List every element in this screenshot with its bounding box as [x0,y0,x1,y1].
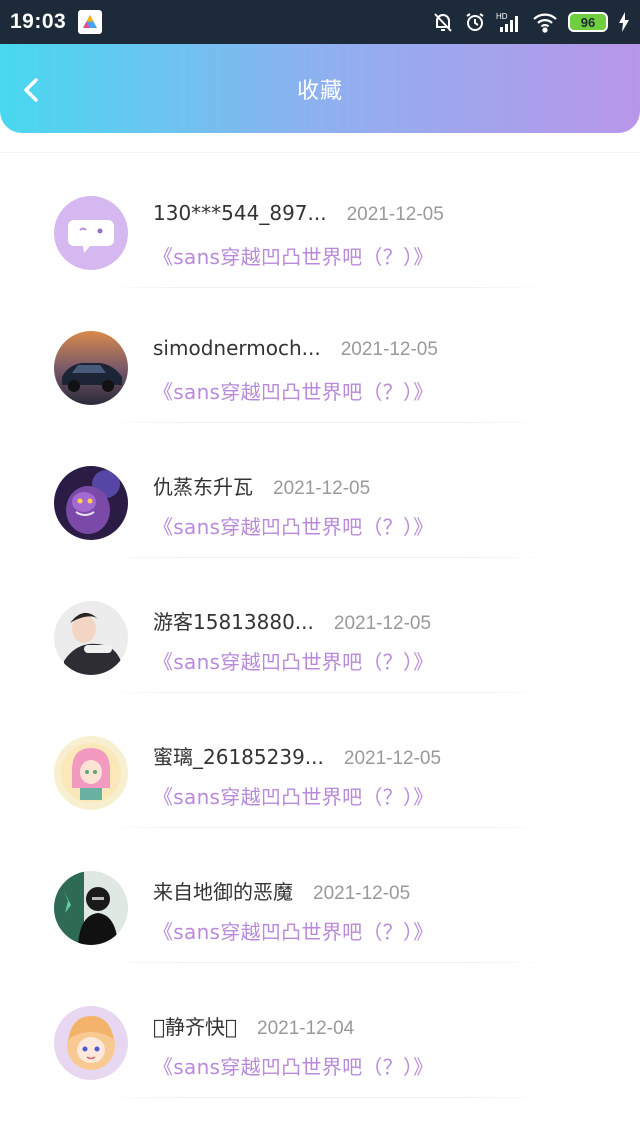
status-time: 19:03 [10,10,67,33]
divider [100,1097,550,1098]
post-title[interactable]: 《sans穿越凹凸世界吧（？）》 [153,916,620,945]
alarm-icon [464,11,486,33]
charging-icon [618,12,630,32]
post-title[interactable]: 《sans穿越凹凸世界吧（？）》 [153,241,620,270]
purple-character-avatar [54,466,128,540]
username[interactable]: 130***544_897... [153,201,327,225]
list-item[interactable]: 来自地御的恶魔 2021-12-05 《sans穿越凹凸世界吧（？）》 [0,828,640,963]
list-item[interactable]: 游客15813880... 2021-12-05 《sans穿越凹凸世界吧（？）… [0,558,640,693]
post-title[interactable]: 《sans穿越凹凸世界吧（？）》 [153,781,620,810]
car-photo-avatar [54,331,128,405]
network-type-label: HD [496,12,508,21]
person-photo-avatar [54,601,128,675]
chevron-left-icon [24,78,38,102]
default-chat-avatar [54,196,128,270]
page-title: 收藏 [296,78,343,104]
username[interactable]: 蜜璃_26185239... [153,741,324,770]
app-launcher-icon [78,10,103,34]
avatar[interactable] [54,736,128,810]
post-title[interactable]: 《sans穿越凹凸世界吧（？）》 [153,1051,620,1080]
post-title[interactable]: 《sans穿越凹凸世界吧（？）》 [153,646,620,675]
anime-girl-avatar [54,736,128,810]
avatar[interactable] [54,331,128,405]
username[interactable]: 仇蒸东升瓦 [153,471,253,500]
list-item[interactable]: 130***544_897... 2021-12-05 《sans穿越凹凸世界吧… [0,153,640,288]
back-button[interactable] [14,72,50,108]
avatar[interactable] [54,601,128,675]
header-bar: 收藏 [0,44,640,133]
list-item[interactable]: 仇蒸东升瓦 2021-12-05 《sans穿越凹凸世界吧（？）》 [0,423,640,558]
username[interactable]: 游客15813880... [153,606,314,635]
post-title[interactable]: 《sans穿越凹凸世界吧（？）》 [153,376,620,405]
date: 2021-12-05 [273,478,371,499]
list-item[interactable]: 蜜璃_26185239... 2021-12-05 《sans穿越凹凸世界吧（？… [0,693,640,828]
avatar[interactable] [54,871,128,945]
username[interactable]: simodnermoch... [153,336,321,360]
username[interactable]:  静齐快  [153,1011,237,1040]
date: 2021-12-04 [257,1018,355,1039]
date: 2021-12-05 [333,613,432,634]
mute-bell-icon [432,11,454,33]
list-item[interactable]:  静齐快  2021-12-04 《sans穿越凹凸世界吧（？）》 [0,963,640,1098]
date: 2021-12-05 [340,339,438,360]
signal-icon: HD [496,11,522,33]
post-title[interactable]: 《sans穿越凹凸世界吧（？）》 [153,511,620,540]
status-bar: 19:03 HD 96 [0,0,640,44]
favorites-list: 130***544_897... 2021-12-05 《sans穿越凹凸世界吧… [0,152,640,1098]
cartoon-girl-avatar [54,1006,128,1080]
username[interactable]: 来自地御的恶魔 [153,876,293,905]
avatar[interactable] [54,466,128,540]
date: 2021-12-05 [343,748,442,769]
date: 2021-12-05 [346,204,444,225]
list-item[interactable]: simodnermoch... 2021-12-05 《sans穿越凹凸世界吧（… [0,288,640,423]
dark-figure-avatar [54,871,128,945]
wifi-icon [532,11,558,33]
avatar[interactable] [54,196,128,270]
battery-level: 96 [580,14,596,30]
date: 2021-12-05 [313,883,411,904]
battery-icon: 96 [568,12,608,32]
avatar[interactable] [54,1006,128,1080]
